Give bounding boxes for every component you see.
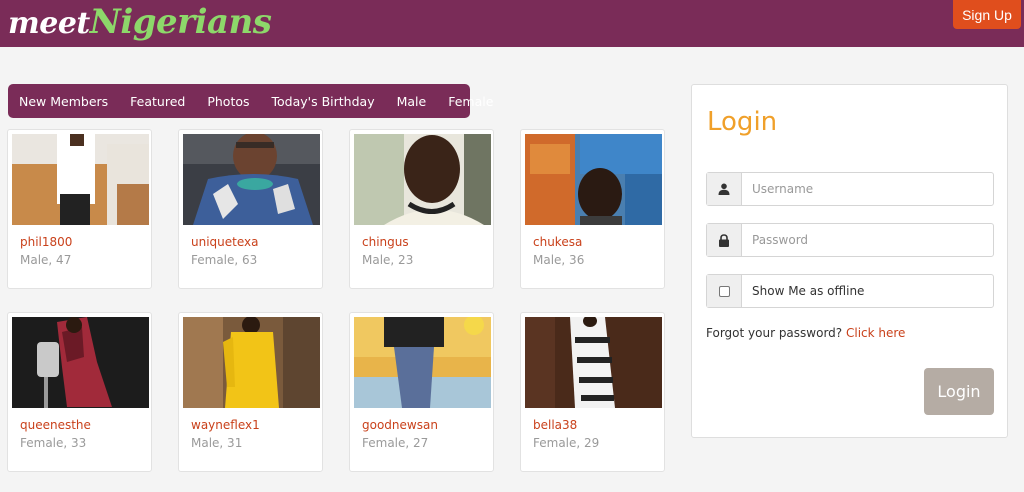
member-card[interactable]: queenesthe Female, 33: [7, 312, 152, 472]
member-card[interactable]: wayneflex1 Male, 31: [178, 312, 323, 472]
tab-male[interactable]: Male: [397, 94, 427, 109]
member-info: Female, 27: [362, 436, 429, 450]
member-info: Female, 63: [191, 253, 258, 267]
member-card[interactable]: bella38 Female, 29: [520, 312, 665, 472]
member-tabs: New Members Featured Photos Today's Birt…: [8, 84, 493, 118]
login-button[interactable]: Login: [924, 368, 994, 415]
member-info: Male, 36: [533, 253, 585, 267]
member-photo[interactable]: [183, 134, 320, 225]
member-info: Male, 47: [20, 253, 72, 267]
member-username[interactable]: uniquetexa: [191, 235, 258, 249]
username-input[interactable]: [742, 173, 993, 205]
member-username[interactable]: phil1800: [20, 235, 72, 249]
member-username[interactable]: chingus: [362, 235, 409, 249]
member-photo[interactable]: [12, 317, 149, 408]
tab-todays-birthday[interactable]: Today's Birthday: [272, 94, 375, 109]
user-icon: [707, 173, 742, 205]
member-photo[interactable]: [183, 317, 320, 408]
member-photo[interactable]: [12, 134, 149, 225]
tab-photos[interactable]: Photos: [207, 94, 249, 109]
lock-icon: [707, 224, 742, 256]
username-field[interactable]: [706, 172, 994, 206]
logo-meet-text: meet: [8, 6, 90, 41]
site-logo[interactable]: meet Nigerians: [8, 2, 272, 46]
member-photo[interactable]: [354, 134, 491, 225]
forgot-password-text: Forgot your password? Click here: [706, 326, 905, 340]
offline-label: Show Me as offline: [752, 284, 865, 298]
sign-up-button[interactable]: Sign Up: [953, 0, 1021, 29]
offline-checkbox[interactable]: [718, 285, 730, 297]
tab-new-members[interactable]: New Members: [19, 94, 108, 109]
member-card[interactable]: uniquetexa Female, 63: [178, 129, 323, 289]
member-username[interactable]: wayneflex1: [191, 418, 260, 432]
password-field[interactable]: [706, 223, 994, 257]
tab-female[interactable]: Female: [448, 94, 493, 109]
member-card[interactable]: chingus Male, 23: [349, 129, 494, 289]
member-username[interactable]: queenesthe: [20, 418, 91, 432]
member-info: Male, 23: [362, 253, 414, 267]
member-username[interactable]: chukesa: [533, 235, 582, 249]
member-photo[interactable]: [525, 317, 662, 408]
tab-featured[interactable]: Featured: [130, 94, 185, 109]
forgot-password-label: Forgot your password?: [706, 326, 843, 340]
member-photo[interactable]: [525, 134, 662, 225]
top-header: meet Nigerians Sign Up: [0, 0, 1024, 47]
login-panel: Login Show Me as offline Forgot your pas…: [691, 84, 1008, 438]
member-card[interactable]: goodnewsan Female, 27: [349, 312, 494, 472]
offline-option: Show Me as offline: [706, 274, 994, 308]
offline-checkbox-wrap: [707, 275, 742, 307]
logo-nigerians-text: Nigerians: [89, 2, 272, 42]
member-card[interactable]: phil1800 Male, 47: [7, 129, 152, 289]
member-username[interactable]: bella38: [533, 418, 577, 432]
member-card[interactable]: chukesa Male, 36: [520, 129, 665, 289]
password-input[interactable]: [742, 224, 993, 256]
login-title: Login: [707, 107, 778, 137]
forgot-password-link[interactable]: Click here: [846, 326, 905, 340]
member-username[interactable]: goodnewsan: [362, 418, 438, 432]
member-info: Female, 33: [20, 436, 87, 450]
member-photo[interactable]: [354, 317, 491, 408]
member-info: Male, 31: [191, 436, 243, 450]
member-info: Female, 29: [533, 436, 600, 450]
